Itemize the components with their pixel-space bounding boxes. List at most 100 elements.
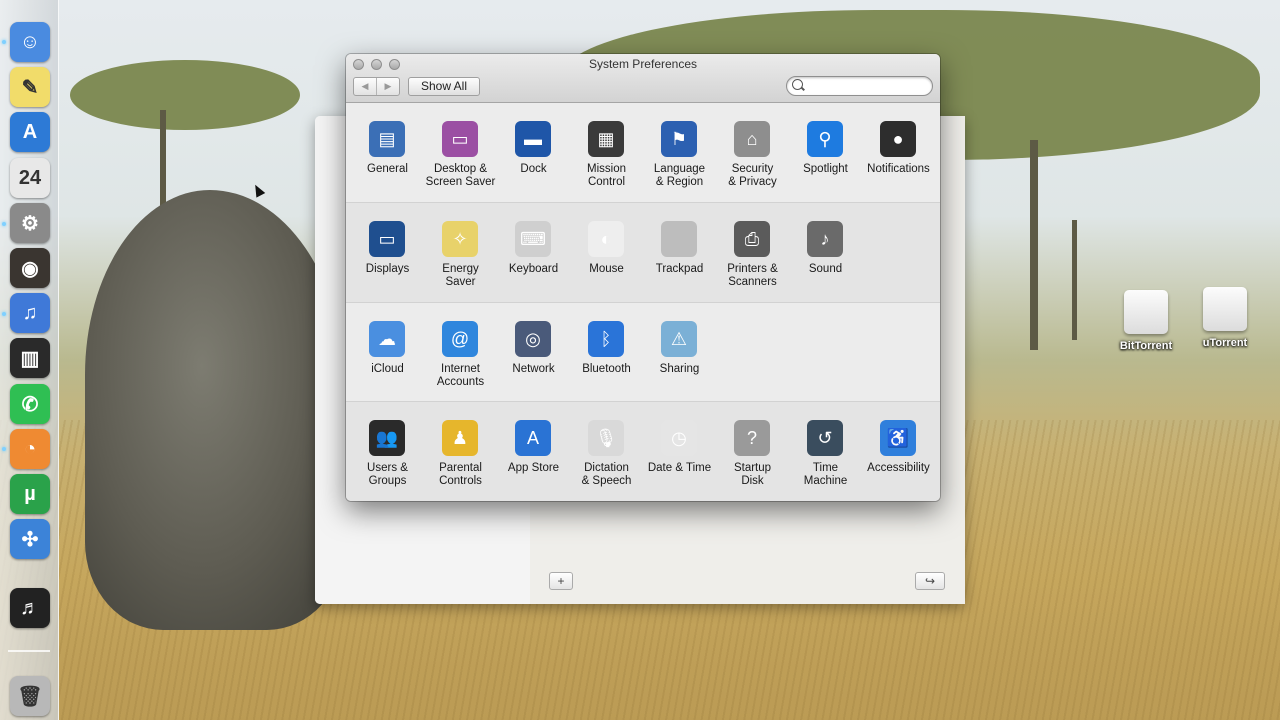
pane-row: 👥 Users & Groups ♟ Parental Controls A App St… [346, 401, 940, 501]
pane-mission-control[interactable]: ▦ Mission Control [570, 103, 643, 202]
dock-app-free-icon[interactable]: ◔ [10, 429, 50, 469]
pane-date-time[interactable]: ◷ Date & Time [643, 402, 716, 501]
date-time-icon: ◷ [661, 420, 697, 456]
sound-icon: ♪ [807, 221, 843, 257]
tree-right-trunk [1030, 140, 1038, 350]
pane-bluetooth[interactable]: ᛒ Bluetooth [570, 303, 643, 402]
pane-sound[interactable]: ♪ Sound [789, 203, 862, 302]
drive-label: uTorrent [1202, 337, 1248, 349]
security-privacy-icon: ⌂ [734, 121, 770, 157]
dock-finder-icon[interactable]: ☺ [10, 22, 50, 62]
pane-dock[interactable]: ▬ Dock [497, 103, 570, 202]
add-button[interactable]: + [549, 572, 573, 590]
drive-utorrent[interactable]: uTorrent [1195, 287, 1255, 349]
forward-button[interactable]: ▶ [377, 78, 399, 95]
pane-trackpad[interactable]: Trackpad [643, 203, 716, 302]
time-machine-icon: ↺ [807, 420, 843, 456]
users-groups-icon: 👥 [369, 420, 405, 456]
back-button[interactable]: ◀ [354, 78, 377, 95]
drive-label: BitTorrent [1119, 340, 1173, 352]
pane-app-store[interactable]: A App Store [497, 402, 570, 501]
parental-controls-icon: ♟ [442, 420, 478, 456]
share-button[interactable]: ↪ [915, 572, 945, 590]
accessibility-icon: ♿ [880, 420, 916, 456]
dock-whatsapp-icon[interactable]: ✆ [10, 384, 50, 424]
internet-accounts-icon: @ [442, 321, 478, 357]
dock-safari-icon[interactable]: ✣ [10, 519, 50, 559]
title-bar: System Preferences ◀ ▶ Show All [346, 54, 940, 103]
dock-music-icon[interactable]: ♬ [10, 588, 50, 628]
window-title: System Preferences [588, 57, 698, 71]
mission-control-icon: ▦ [588, 121, 624, 157]
pane-label: Notifications [867, 163, 930, 175]
pane-energy-saver[interactable]: ✧ Energy Saver [424, 203, 497, 302]
printer-icon: ⎙ [734, 221, 770, 257]
dock-itunes-icon[interactable]: ♫ [10, 293, 50, 333]
dock-separator [8, 650, 50, 652]
pane-keyboard[interactable]: ⌨ Keyboard [497, 203, 570, 302]
pane-icloud[interactable]: ☁ iCloud [351, 303, 424, 402]
pane-notifications[interactable]: ● Notifications [862, 103, 935, 202]
dock-system-preferences-icon[interactable]: ⚙ [10, 203, 50, 243]
pane-label: Sound [808, 263, 843, 275]
pane-sharing[interactable]: ⚠ Sharing [643, 303, 716, 402]
dock-piano-icon[interactable]: ▥ [10, 338, 50, 378]
drive-icon [1203, 287, 1247, 331]
dead-tree [1072, 220, 1077, 340]
dictation-speech-icon: 🎙 [588, 420, 624, 456]
pane-row: ▭ Displays ✧ Energy Saver ⌨ Keyboard ◐ Mouse Tra… [346, 202, 940, 302]
search-icon [792, 79, 803, 90]
dock-trash-icon[interactable]: 🗑 [10, 676, 50, 716]
drive-bittorrent[interactable]: BitTorrent [1116, 290, 1176, 352]
pane-row: ▤ General ▭ Desktop & Screen Saver ▬ Dock ▦ Mis… [346, 103, 940, 202]
dock-app-store-icon[interactable]: A [10, 112, 50, 152]
pane-printers-scanners[interactable]: ⎙ Printers & Scanners [716, 203, 789, 302]
bluetooth-icon: ᛒ [588, 321, 624, 357]
drive-icon [1124, 290, 1168, 334]
network-icon: ◎ [515, 321, 551, 357]
mouse-cursor [250, 182, 266, 198]
pane-desktop-screen-saver[interactable]: ▭ Desktop & Screen Saver [424, 103, 497, 202]
pane-label: Accessibility [867, 462, 930, 474]
dock: ☺ ✎ A 24 ⚙ ◉ ♫ ▥ ✆ ◔ µ ✣ ♬ 🗑 [0, 0, 59, 720]
pane-displays[interactable]: ▭ Displays [351, 203, 424, 302]
spotlight-icon: ⚲ [807, 121, 843, 157]
pane-language-region[interactable]: ⚑ Language & Region [643, 103, 716, 202]
pane-network[interactable]: ◎ Network [497, 303, 570, 402]
keyboard-icon: ⌨ [515, 221, 551, 257]
search-field[interactable] [786, 76, 933, 96]
system-preferences-window: System Preferences ◀ ▶ Show All ▤ General… [346, 54, 940, 501]
pane-startup-disk[interactable]: ? Startup Disk [716, 402, 789, 501]
dock-utorrent-icon[interactable]: µ [10, 474, 50, 514]
show-all-button[interactable]: Show All [408, 77, 480, 96]
pane-accessibility[interactable]: ♿ Accessibility [862, 402, 935, 501]
pane-dictation-speech[interactable]: 🎙 Dictation & Speech [570, 402, 643, 501]
dock-stickies-icon[interactable]: ✎ [10, 67, 50, 107]
language-region-icon: ⚑ [661, 121, 697, 157]
app-store-icon: A [515, 420, 551, 456]
pane-security-privacy[interactable]: ⌂ Security & Privacy [716, 103, 789, 202]
pane-general[interactable]: ▤ General [351, 103, 424, 202]
dock-photo-booth-icon[interactable]: ◉ [10, 248, 50, 288]
desktop-screen-saver-icon: ▭ [442, 121, 478, 157]
displays-icon: ▭ [369, 221, 405, 257]
icloud-icon: ☁ [369, 321, 405, 357]
general-icon: ▤ [369, 121, 405, 157]
pane-row: ☁ iCloud @ Internet Accounts ◎ Network ᛒ Blueto… [346, 302, 940, 402]
pane-users-groups[interactable]: 👥 Users & Groups [351, 402, 424, 501]
pane-mouse[interactable]: ◐ Mouse [570, 203, 643, 302]
trackpad-icon [661, 221, 697, 257]
dock-running-indicator [2, 222, 6, 226]
elephant [85, 190, 345, 630]
pane-time-machine[interactable]: ↺ Time Machine [789, 402, 862, 501]
pane-label: Sharing [659, 363, 700, 375]
dock-running-indicator [2, 312, 6, 316]
dock-running-indicator [2, 447, 6, 451]
search-input[interactable] [806, 78, 925, 94]
mouse-icon: ◐ [588, 221, 624, 257]
pane-internet-accounts[interactable]: @ Internet Accounts [424, 303, 497, 402]
back-forward-control: ◀ ▶ [353, 77, 400, 96]
pane-parental-controls[interactable]: ♟ Parental Controls [424, 402, 497, 501]
dock-calendar-icon[interactable]: 24 [10, 158, 50, 198]
pane-spotlight[interactable]: ⚲ Spotlight [789, 103, 862, 202]
